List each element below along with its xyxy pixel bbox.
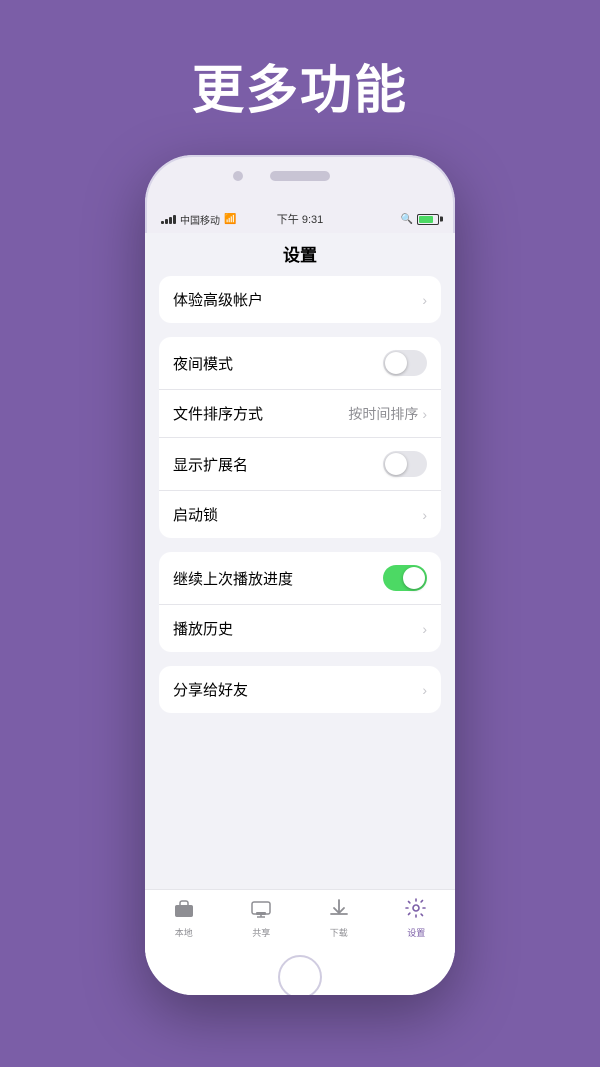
row-right-lock: › (422, 507, 427, 523)
home-button[interactable] (278, 955, 322, 995)
row-label-history: 播放历史 (173, 618, 233, 639)
settings-row-night-mode[interactable]: 夜间模式 (159, 337, 441, 390)
row-label-premium: 体验高级帐户 (173, 289, 263, 310)
tab-label-settings: 设置 (407, 926, 425, 939)
settings-row-extension[interactable]: 显示扩展名 (159, 438, 441, 491)
tab-label-local: 本地 (175, 926, 193, 939)
signal-bar-1 (161, 221, 164, 224)
settings-row-lock[interactable]: 启动锁 › (159, 491, 441, 538)
chevron-icon-lock: › (422, 507, 427, 523)
tab-item-download[interactable]: 下载 (300, 898, 378, 939)
toggle-extension[interactable] (383, 451, 427, 477)
screen: 设置 体验高级帐户 › 夜间模式 文件排序方式 (145, 233, 455, 959)
nav-title: 设置 (145, 233, 455, 276)
settings-row-share[interactable]: 分享给好友 › (159, 666, 441, 713)
tab-label-share: 共享 (252, 926, 270, 939)
row-label-share: 分享给好友 (173, 679, 248, 700)
chevron-icon-share: › (422, 682, 427, 698)
settings-row-sort[interactable]: 文件排序方式 按时间排序 › (159, 390, 441, 438)
signal-bar-4 (173, 215, 176, 224)
settings-section-playback: 继续上次播放进度 播放历史 › (159, 552, 441, 652)
status-right: 🔍 (401, 214, 439, 225)
tab-item-settings[interactable]: 设置 (378, 898, 456, 939)
toggle-night-mode[interactable] (383, 350, 427, 376)
toggle-resume[interactable] (383, 565, 427, 591)
row-label-sort: 文件排序方式 (173, 403, 263, 424)
row-right-history: › (422, 621, 427, 637)
settings-section-premium: 体验高级帐户 › (159, 276, 441, 323)
front-camera (233, 171, 243, 181)
location-icon: 🔍 (401, 214, 413, 225)
signal-bar-3 (169, 217, 172, 224)
settings-section-share: 分享给好友 › (159, 666, 441, 713)
settings-row-history[interactable]: 播放历史 › (159, 605, 441, 652)
tab-icon-local (173, 898, 195, 924)
row-label-lock: 启动锁 (173, 504, 218, 525)
chevron-icon: › (422, 292, 427, 308)
tab-icon-share (250, 898, 272, 924)
tab-icon-download (328, 898, 350, 924)
page-title: 更多功能 (192, 48, 408, 123)
chevron-icon-sort: › (422, 406, 427, 422)
tab-item-share[interactable]: 共享 (223, 898, 301, 939)
tab-bar: 本地 共享 (145, 889, 455, 959)
settings-row-premium[interactable]: 体验高级帐户 › (159, 276, 441, 323)
chevron-icon-history: › (422, 621, 427, 637)
row-label-resume: 继续上次播放进度 (173, 568, 293, 589)
settings-row-resume[interactable]: 继续上次播放进度 (159, 552, 441, 605)
tab-label-download: 下载 (330, 926, 348, 939)
battery-fill (419, 216, 433, 223)
home-indicator (145, 959, 455, 995)
phone-top (145, 155, 455, 205)
signal-bars (161, 215, 176, 224)
speaker (270, 171, 330, 181)
settings-section-display: 夜间模式 文件排序方式 按时间排序 › 显示扩展名 启动锁 (159, 337, 441, 538)
row-right-share: › (422, 682, 427, 698)
battery-indicator (417, 214, 439, 225)
status-bar: 中国移动 📶 下午 9:31 🔍 (145, 205, 455, 233)
tab-item-local[interactable]: 本地 (145, 898, 223, 939)
row-label-night-mode: 夜间模式 (173, 353, 233, 374)
wifi-icon: 📶 (224, 214, 236, 225)
settings-content: 体验高级帐户 › 夜间模式 文件排序方式 按时间排序 › (145, 276, 455, 889)
phone-mockup: 中国移动 📶 下午 9:31 🔍 设置 体验高级帐户 › (145, 155, 455, 995)
row-right-premium: › (422, 292, 427, 308)
signal-bar-2 (165, 219, 168, 224)
row-right-sort: 按时间排序 › (348, 404, 427, 424)
sort-value: 按时间排序 (348, 404, 418, 424)
row-label-extension: 显示扩展名 (173, 454, 248, 475)
carrier-label: 中国移动 (180, 212, 220, 227)
tab-icon-settings (405, 898, 427, 924)
status-left: 中国移动 📶 (161, 212, 236, 227)
status-time: 下午 9:31 (277, 211, 323, 227)
